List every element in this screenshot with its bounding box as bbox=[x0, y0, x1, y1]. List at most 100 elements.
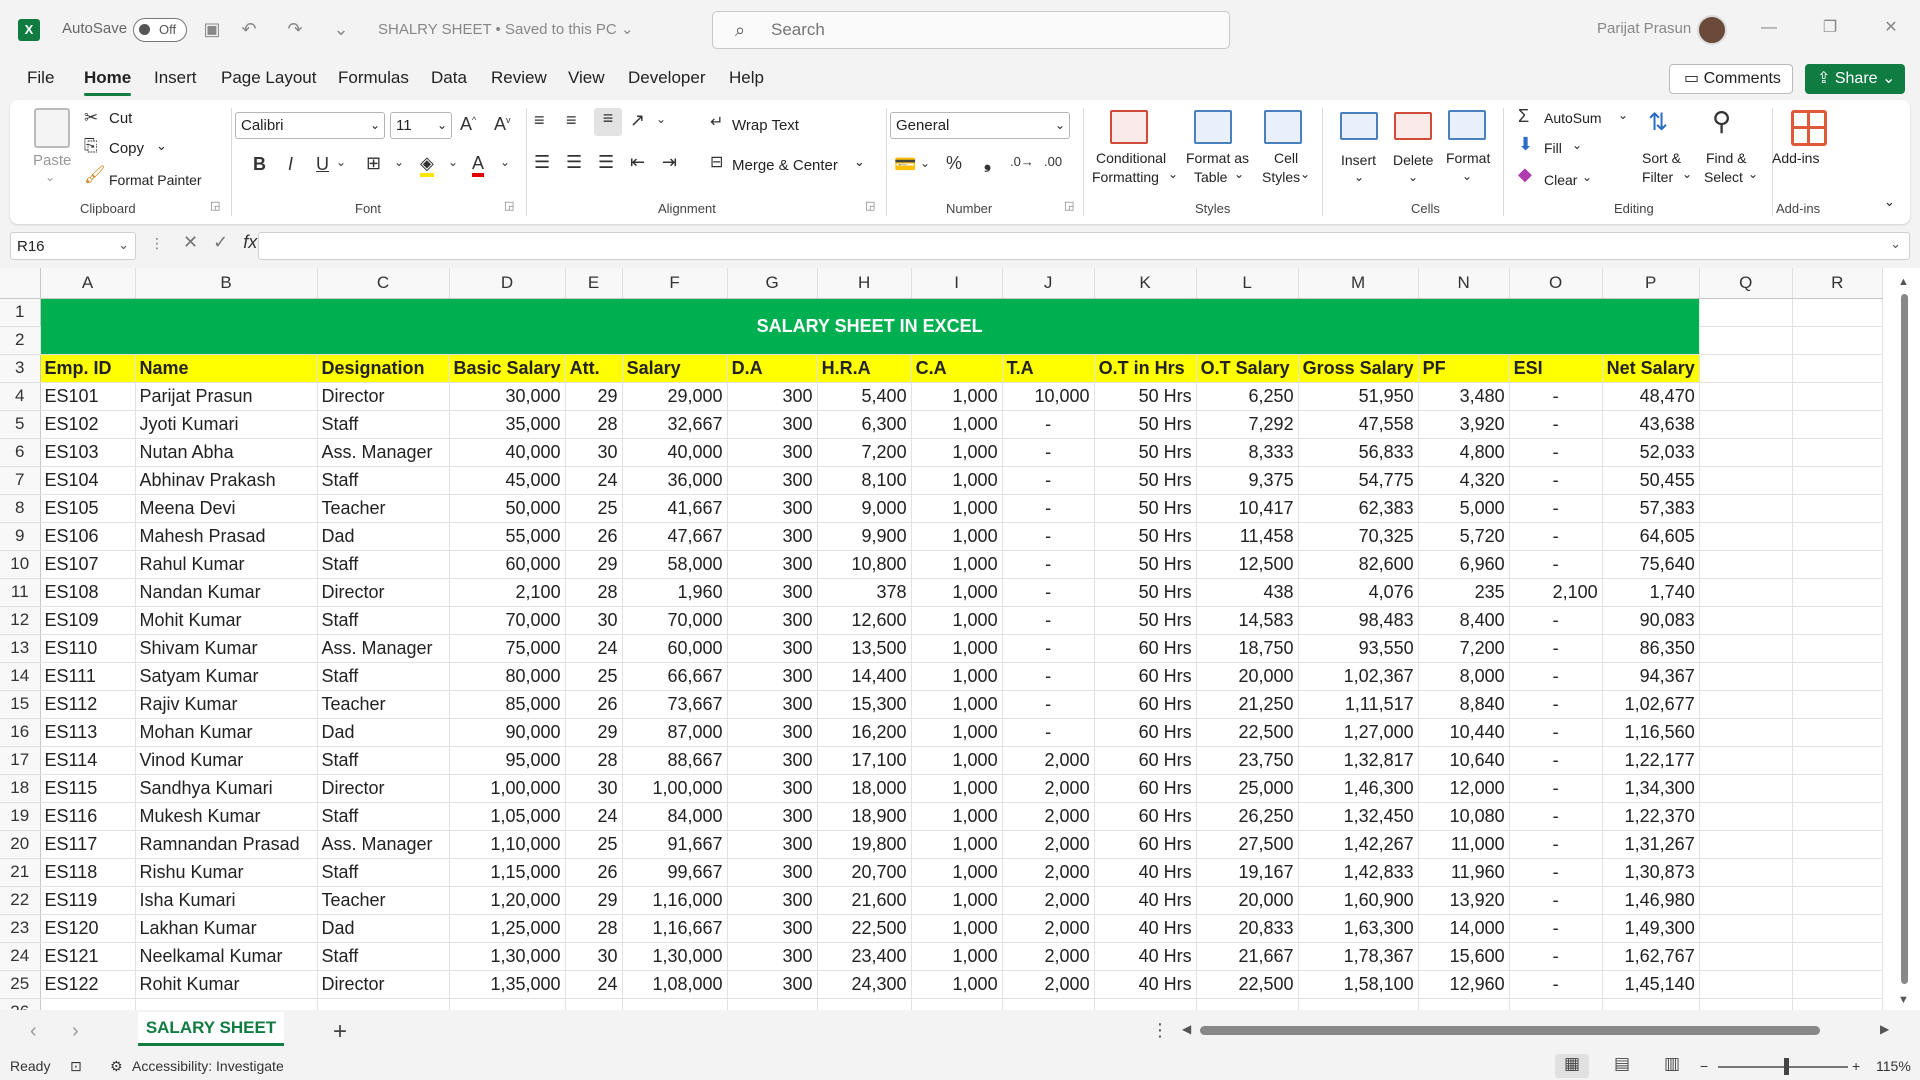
data-cell[interactable]: 1,000 bbox=[910, 969, 1003, 999]
data-cell[interactable]: 28 bbox=[564, 577, 623, 607]
column-title-cell[interactable]: Net Salary bbox=[1601, 353, 1700, 383]
data-cell[interactable]: 24 bbox=[564, 801, 623, 831]
column-header-r[interactable]: R bbox=[1792, 268, 1883, 299]
data-cell[interactable]: 2,000 bbox=[1001, 885, 1095, 915]
data-cell[interactable]: 300 bbox=[726, 717, 818, 747]
cancel-icon[interactable]: ✕ bbox=[183, 232, 198, 252]
align-left-icon[interactable]: ☰ bbox=[534, 152, 550, 173]
data-cell[interactable]: - bbox=[1001, 605, 1095, 635]
empty-cell[interactable] bbox=[1698, 941, 1793, 971]
data-cell[interactable]: 1,08,000 bbox=[621, 969, 728, 999]
chevron-down-icon[interactable]: ⌄ bbox=[1682, 167, 1692, 181]
format-cells-button[interactable]: Format bbox=[1446, 150, 1490, 166]
data-cell[interactable]: 55,000 bbox=[448, 521, 566, 551]
data-cell[interactable]: 24 bbox=[564, 969, 623, 999]
data-cell[interactable]: 28 bbox=[564, 745, 623, 775]
column-header-q[interactable]: Q bbox=[1699, 268, 1793, 299]
row-header[interactable]: 2 bbox=[0, 326, 41, 355]
data-cell[interactable]: 1,000 bbox=[910, 857, 1003, 887]
data-cell[interactable]: 47,667 bbox=[621, 521, 728, 551]
data-cell[interactable]: - bbox=[1508, 857, 1603, 887]
data-cell[interactable]: 1,32,817 bbox=[1297, 745, 1419, 775]
data-cell[interactable]: 1,11,517 bbox=[1297, 689, 1419, 719]
data-cell[interactable]: 300 bbox=[726, 549, 818, 579]
macro-record-icon[interactable]: ⊡ bbox=[70, 1058, 82, 1075]
data-cell[interactable]: Meena Devi bbox=[134, 493, 318, 523]
empty-cell[interactable] bbox=[1698, 437, 1793, 467]
data-cell[interactable]: 87,000 bbox=[621, 717, 728, 747]
zoom-in-icon[interactable]: + bbox=[1852, 1058, 1860, 1074]
sort-filter-label-2[interactable]: Filter bbox=[1642, 169, 1673, 185]
column-title-cell[interactable]: Designation bbox=[316, 353, 450, 383]
scroll-right-icon[interactable]: ▶ bbox=[1880, 1022, 1889, 1036]
data-cell[interactable]: 16,200 bbox=[816, 717, 912, 747]
data-cell[interactable]: Ramnandan Prasad bbox=[134, 829, 318, 859]
paste-icon[interactable] bbox=[34, 108, 70, 148]
data-cell[interactable]: 25 bbox=[564, 661, 623, 691]
fill-icon[interactable]: ⬇ bbox=[1518, 134, 1533, 155]
data-cell[interactable]: 1,15,000 bbox=[448, 857, 566, 887]
format-as-table-icon[interactable] bbox=[1194, 110, 1232, 144]
zoom-slider-knob[interactable] bbox=[1784, 1058, 1789, 1075]
data-cell[interactable]: Rahul Kumar bbox=[134, 549, 318, 579]
data-cell[interactable]: ES117 bbox=[39, 829, 136, 859]
data-cell[interactable]: 1,30,000 bbox=[448, 941, 566, 971]
data-cell[interactable]: Sandhya Kumari bbox=[134, 773, 318, 803]
font-color-icon[interactable]: A bbox=[472, 153, 485, 177]
data-cell[interactable]: 300 bbox=[726, 521, 818, 551]
data-cell[interactable]: 1,000 bbox=[910, 829, 1003, 859]
paste-chevron-icon[interactable]: ⌄ bbox=[45, 170, 55, 184]
data-cell[interactable]: 20,000 bbox=[1195, 885, 1299, 915]
cut-button[interactable]: Cut bbox=[109, 110, 132, 127]
data-cell[interactable]: 45,000 bbox=[448, 465, 566, 495]
data-cell[interactable]: 1,16,560 bbox=[1601, 717, 1700, 747]
customize-qat-icon[interactable]: ⌄ bbox=[330, 18, 352, 40]
empty-cell[interactable] bbox=[1698, 325, 1793, 355]
empty-cell[interactable] bbox=[1791, 465, 1883, 495]
more-options-icon[interactable]: ⋮ bbox=[1151, 1020, 1169, 1041]
name-box[interactable]: R16 ⌄ bbox=[10, 232, 136, 260]
data-cell[interactable]: 1,000 bbox=[910, 605, 1003, 635]
data-cell[interactable]: 23,400 bbox=[816, 941, 912, 971]
data-cell[interactable]: 1,02,677 bbox=[1601, 689, 1700, 719]
data-cell[interactable]: 62,383 bbox=[1297, 493, 1419, 523]
data-cell[interactable]: 54,775 bbox=[1297, 465, 1419, 495]
empty-cell[interactable] bbox=[621, 997, 728, 1010]
font-size-select[interactable]: 11 ⌄ bbox=[390, 112, 452, 139]
redo-icon[interactable]: ↷ bbox=[284, 18, 306, 40]
data-cell[interactable]: 13,920 bbox=[1417, 885, 1510, 915]
close-icon[interactable]: ✕ bbox=[1879, 16, 1903, 40]
data-cell[interactable]: Mohit Kumar bbox=[134, 605, 318, 635]
chevron-down-icon[interactable]: ⌄ bbox=[336, 155, 346, 169]
data-cell[interactable]: 30 bbox=[564, 773, 623, 803]
empty-cell[interactable] bbox=[1791, 325, 1883, 355]
data-cell[interactable]: Shivam Kumar bbox=[134, 633, 318, 663]
increase-decimal-icon[interactable]: .0→ bbox=[1010, 154, 1034, 169]
data-cell[interactable]: 6,960 bbox=[1417, 549, 1510, 579]
data-cell[interactable]: 1,46,300 bbox=[1297, 773, 1419, 803]
data-cell[interactable]: 1,31,267 bbox=[1601, 829, 1700, 859]
row-header[interactable]: 17 bbox=[0, 746, 41, 775]
column-title-cell[interactable]: H.R.A bbox=[816, 353, 912, 383]
data-cell[interactable]: 40 Hrs bbox=[1093, 969, 1197, 999]
data-cell[interactable]: 40,000 bbox=[621, 437, 728, 467]
save-icon[interactable]: ▣ bbox=[201, 18, 223, 40]
data-cell[interactable]: - bbox=[1001, 717, 1095, 747]
column-header-a[interactable]: A bbox=[40, 268, 136, 299]
data-cell[interactable]: 25,000 bbox=[1195, 773, 1299, 803]
data-cell[interactable]: 29 bbox=[564, 885, 623, 915]
accounting-format-icon[interactable]: 💳 bbox=[894, 154, 916, 175]
zoom-slider[interactable] bbox=[1718, 1066, 1848, 1068]
decrease-indent-icon[interactable]: ⇤ bbox=[630, 152, 645, 173]
data-cell[interactable]: 1,000 bbox=[910, 941, 1003, 971]
data-cell[interactable]: 9,900 bbox=[816, 521, 912, 551]
number-launcher-icon[interactable]: ◲ bbox=[1064, 199, 1074, 212]
data-cell[interactable]: 70,000 bbox=[448, 605, 566, 635]
prev-sheet-icon[interactable]: ‹ bbox=[30, 1020, 37, 1043]
data-cell[interactable]: - bbox=[1001, 661, 1095, 691]
user-name[interactable]: Parijat Prasun bbox=[1597, 20, 1691, 37]
data-cell[interactable]: 29 bbox=[564, 717, 623, 747]
copy-icon[interactable]: ⎘ bbox=[84, 136, 98, 156]
add-ins-icon[interactable] bbox=[1791, 110, 1827, 146]
empty-cell[interactable] bbox=[1791, 941, 1883, 971]
